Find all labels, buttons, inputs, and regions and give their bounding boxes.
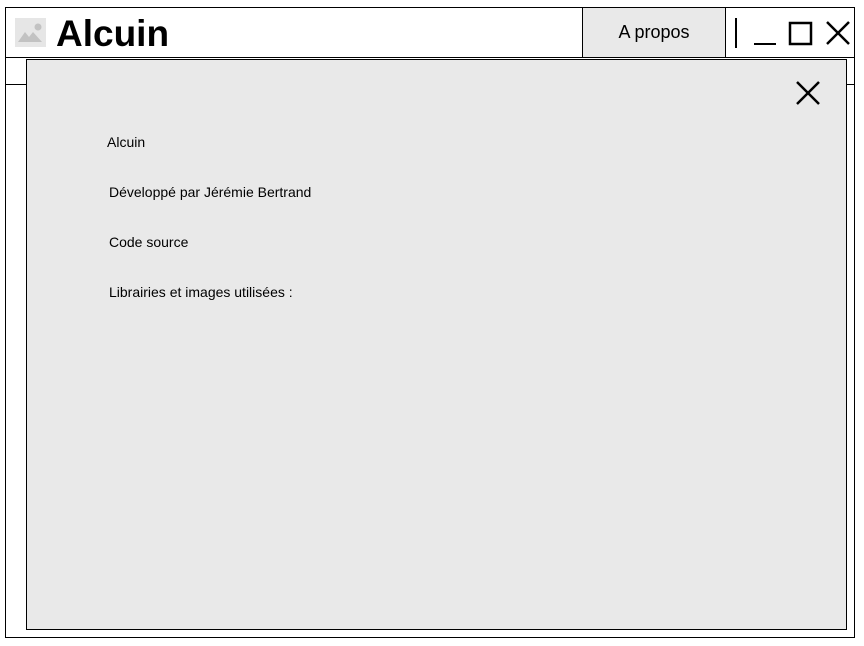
source-code-link[interactable]: Code source: [109, 233, 188, 251]
libraries-heading: Librairies et images utilisées :: [109, 284, 293, 300]
separator-icon: [735, 18, 737, 48]
minimize-icon[interactable]: [754, 18, 778, 48]
title-bar: Alcuin A propos: [6, 8, 854, 58]
close-icon[interactable]: [793, 78, 823, 108]
about-dialog: Alcuin Développé par Jérémie Bertrand Co…: [26, 59, 847, 630]
close-icon[interactable]: [824, 18, 852, 48]
about-developer: Développé par Jérémie Bertrand: [109, 184, 312, 200]
tab-about[interactable]: A propos: [582, 8, 726, 58]
app-title: Alcuin: [56, 13, 170, 54]
image-placeholder-icon: [15, 18, 46, 47]
app-window: Alcuin A propos Alcuin Développé par Jér…: [5, 7, 855, 638]
about-app-name: Alcuin: [107, 134, 146, 150]
window-controls: [734, 18, 852, 48]
maximize-icon[interactable]: [788, 18, 814, 48]
tab-about-label: A propos: [618, 22, 690, 42]
